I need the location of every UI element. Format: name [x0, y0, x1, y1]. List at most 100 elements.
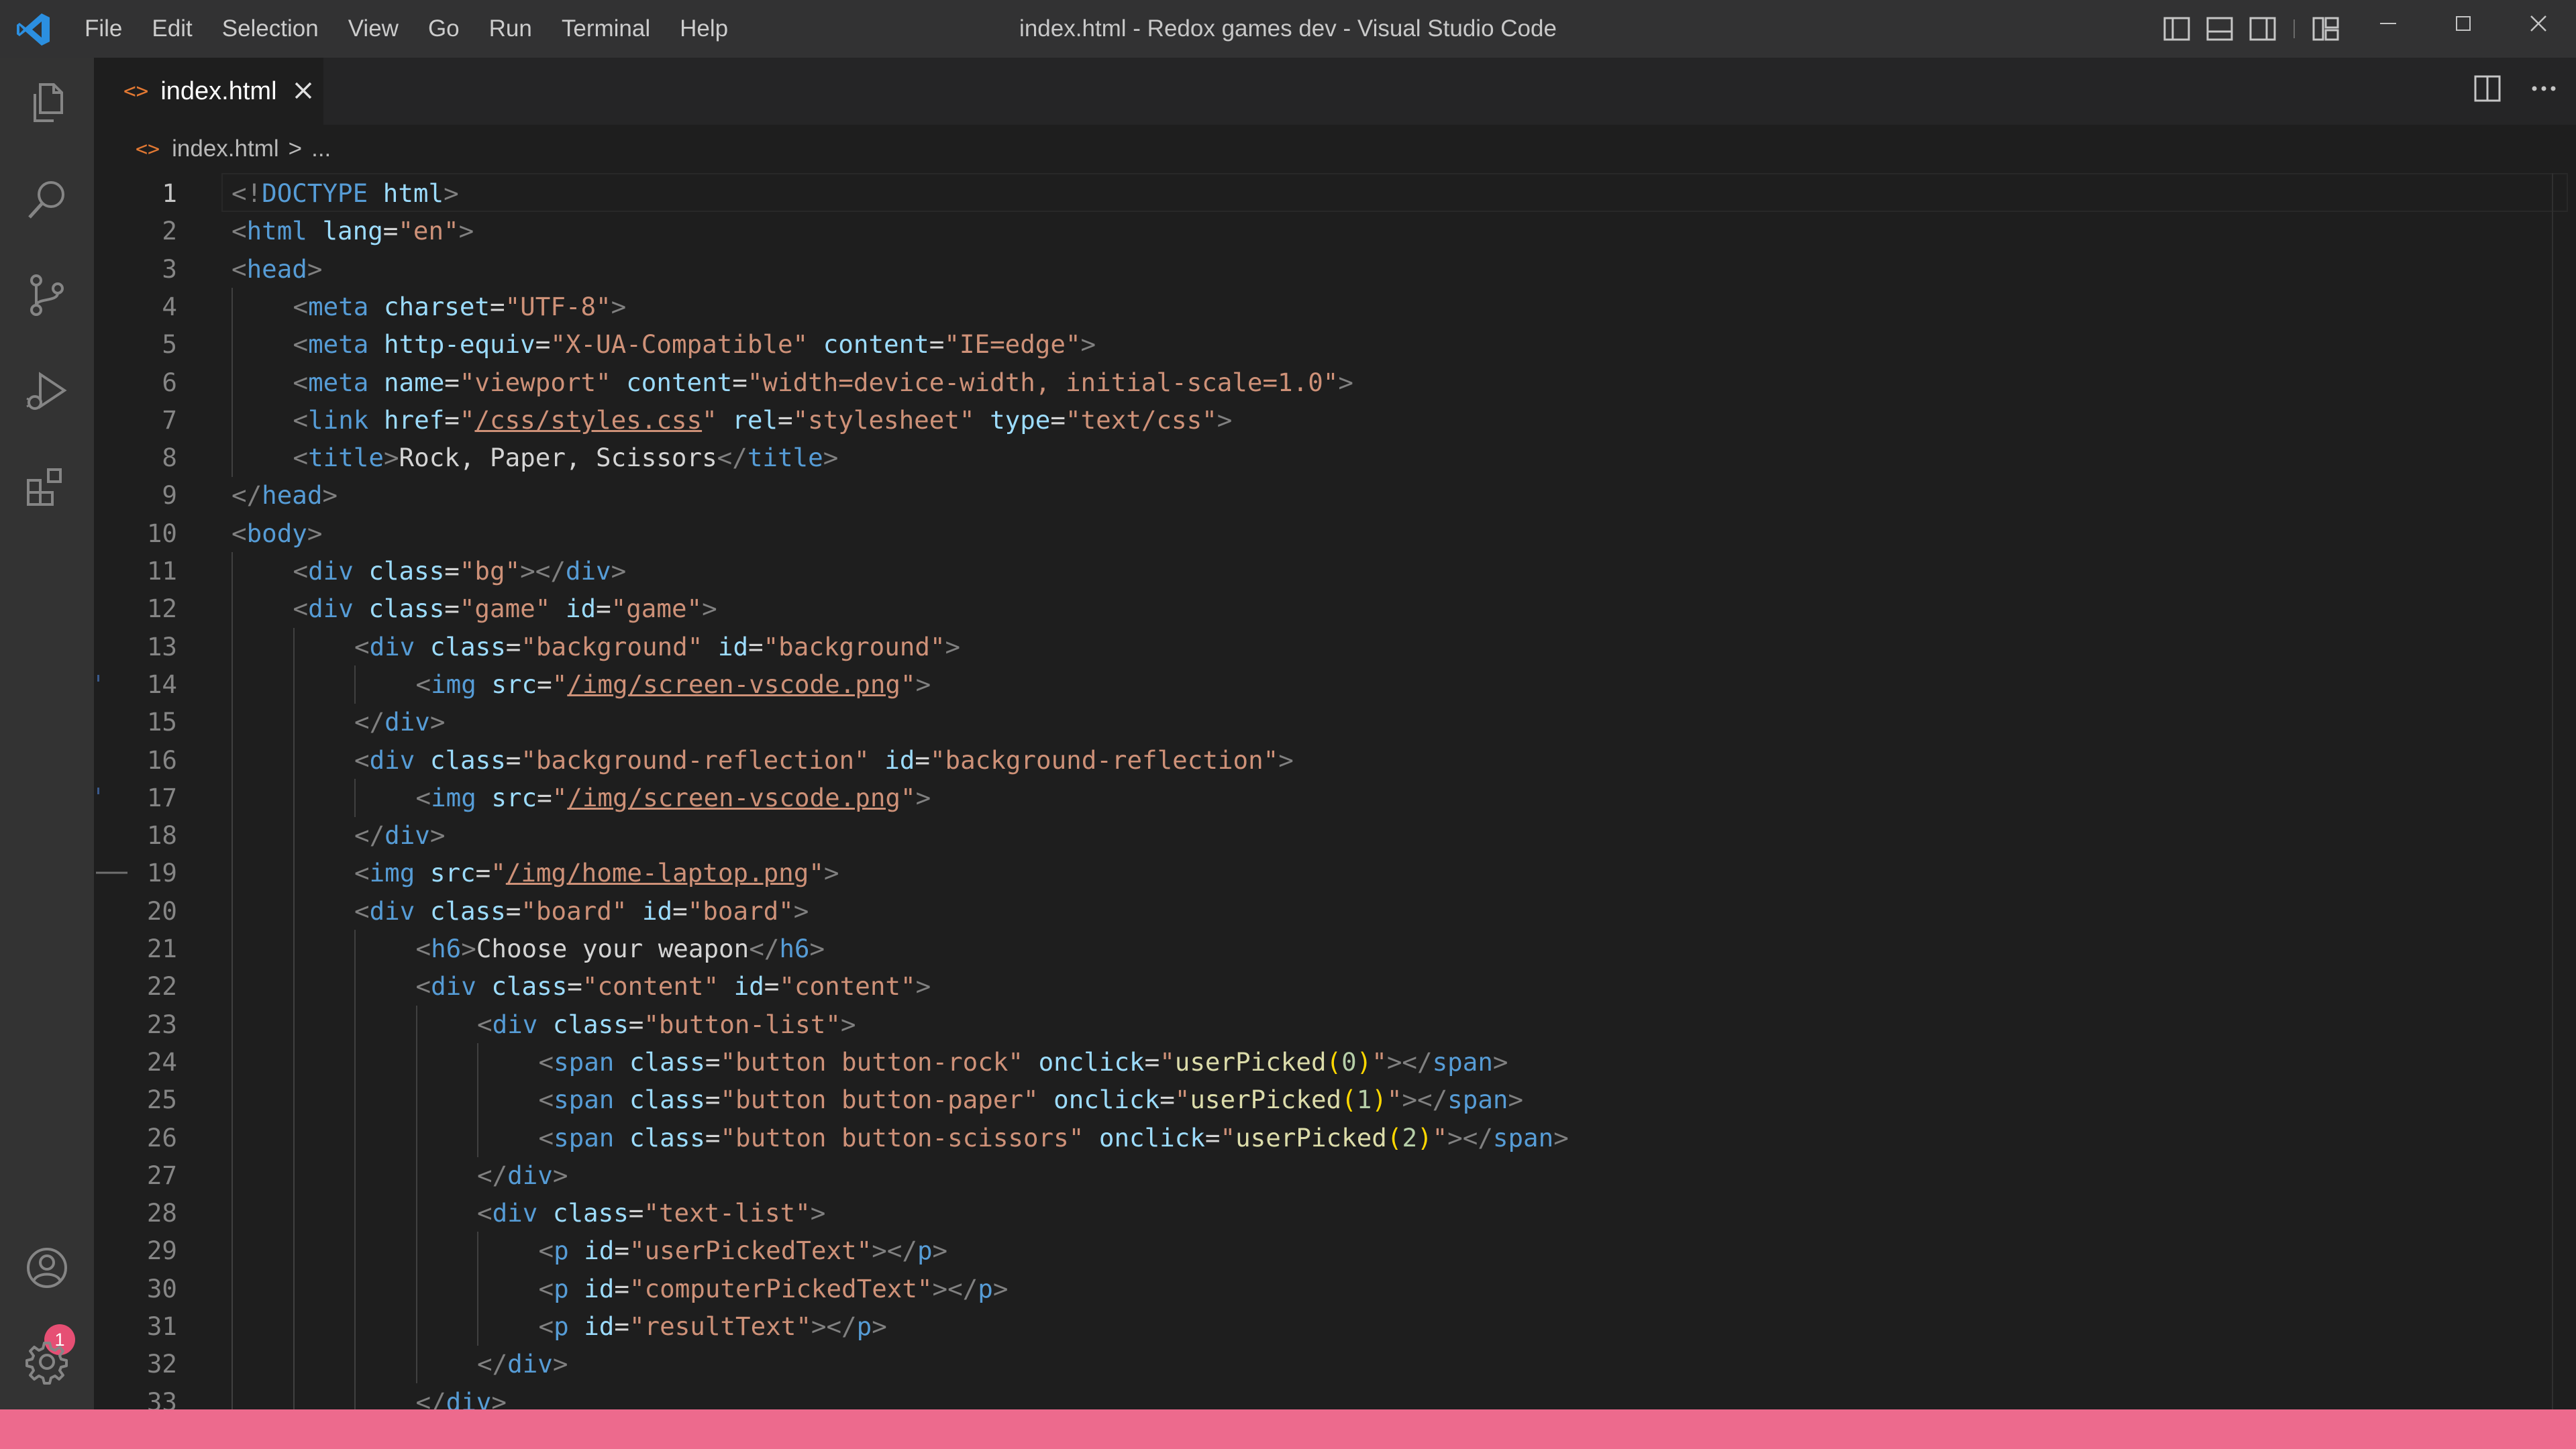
- code-token: http-equiv: [383, 329, 535, 360]
- code-token: /img/screen-vscode.png: [567, 782, 900, 812]
- menu-selection[interactable]: Selection: [222, 15, 319, 42]
- code-token: =: [444, 556, 460, 586]
- line-number: 4: [162, 291, 177, 321]
- maximize-button[interactable]: [2426, 0, 2501, 47]
- code-line: 13 <div class="background" id="background…: [94, 627, 2576, 666]
- code-token: <: [354, 745, 370, 775]
- toggle-primary-sidebar-icon[interactable]: [2162, 14, 2192, 44]
- code-token: p: [554, 1311, 569, 1341]
- menu-terminal[interactable]: Terminal: [562, 15, 650, 42]
- menu-help[interactable]: Help: [680, 15, 728, 42]
- code-line: 8 <title>Rock, Paper, Scissors</title>: [94, 439, 2576, 478]
- menu-file[interactable]: File: [85, 15, 122, 42]
- code-token: ></: [1447, 1122, 1493, 1152]
- code-token: >: [611, 291, 627, 321]
- breadcrumb-more[interactable]: ...: [311, 136, 331, 162]
- code-token: >: [1492, 1046, 1508, 1077]
- line-number: 33: [146, 1387, 177, 1409]
- minimize-button[interactable]: [2351, 0, 2426, 47]
- code-token: =: [596, 594, 611, 624]
- customize-layout-icon[interactable]: [2311, 14, 2340, 44]
- code-token: DOCTYPE: [262, 178, 368, 208]
- code-line: 11 <div class="bg"></div>: [94, 552, 2576, 590]
- code-token: ": [1174, 1085, 1190, 1115]
- code-token: span: [554, 1046, 615, 1077]
- chevron-right-icon: >: [288, 136, 303, 162]
- code-token: "userPickedText": [629, 1236, 872, 1266]
- split-editor-icon[interactable]: [2471, 72, 2504, 105]
- code-token: (: [1326, 1046, 1342, 1077]
- code-token: =: [614, 1311, 629, 1341]
- code-token: ): [1356, 1046, 1372, 1077]
- close-window-button[interactable]: [2501, 0, 2576, 47]
- code-token: =: [1160, 1085, 1175, 1115]
- code-text: <head>: [231, 250, 322, 288]
- code-token: </: [477, 1349, 508, 1379]
- close-icon[interactable]: [292, 79, 315, 102]
- run-debug-button[interactable]: [19, 364, 75, 420]
- separator-icon: [2294, 19, 2295, 38]
- code-token: ></: [1386, 1046, 1433, 1077]
- code-token: "en": [398, 216, 459, 246]
- menu-go[interactable]: Go: [428, 15, 460, 42]
- code-token: onclick: [1038, 1046, 1145, 1077]
- code-token: =: [915, 745, 930, 775]
- line-number: 3: [162, 254, 177, 284]
- extensions-button[interactable]: [19, 459, 75, 515]
- code-token: h6: [431, 934, 462, 963]
- code-line: 32 </div>: [94, 1345, 2576, 1384]
- code-token: <: [415, 934, 431, 963]
- code-token: <: [477, 1009, 493, 1039]
- accounts-button[interactable]: [19, 1240, 75, 1296]
- indent-guide: [293, 1156, 295, 1195]
- code-line: 30 <p id="computerPickedText"></p>: [94, 1269, 2576, 1308]
- indent-guide: [231, 325, 233, 364]
- menu-edit[interactable]: Edit: [152, 15, 192, 42]
- code-text: <p id="resultText"></p>: [539, 1307, 887, 1345]
- code-token: content: [626, 367, 733, 397]
- tab-index-html[interactable]: <> index.html: [94, 58, 323, 125]
- menu-run[interactable]: Run: [489, 15, 532, 42]
- code-line: 6 <meta name="viewport" content="width=de…: [94, 363, 2576, 402]
- indent-guide: [477, 1232, 478, 1271]
- code-text: <img src="/img/screen-vscode.png">: [416, 665, 931, 703]
- code-text: <title>Rock, Paper, Scissors</title>: [293, 439, 839, 476]
- indent-guide: [293, 1307, 295, 1346]
- code-token: class: [629, 1046, 705, 1077]
- settings-button[interactable]: [19, 1334, 75, 1390]
- code-token: id: [584, 1273, 615, 1303]
- code-token: span: [554, 1085, 615, 1115]
- source-control-button[interactable]: [19, 267, 75, 323]
- code-token: =: [1144, 1046, 1160, 1077]
- explorer-button[interactable]: [19, 75, 75, 131]
- indent-guide: [231, 854, 233, 893]
- toggle-panel-icon[interactable]: [2205, 14, 2234, 44]
- code-token: <: [231, 216, 247, 246]
- indent-guide: [293, 967, 295, 1006]
- code-editor[interactable]: 1 <!DOCTYPE html> 2 <html lang="en"> 3 <head>…: [94, 173, 2576, 1409]
- code-text: <link href="/css/styles.css" rel="styles…: [293, 401, 1233, 439]
- menu-view[interactable]: View: [348, 15, 399, 42]
- indent-guide: [354, 1269, 356, 1308]
- code-token: ": [552, 669, 568, 699]
- code-line: 22 <div class="content" id="content">: [94, 967, 2576, 1006]
- code-text: <div class="text-list">: [477, 1194, 825, 1232]
- breadcrumb-file[interactable]: index.html: [172, 136, 279, 162]
- indent-guide: [415, 1345, 417, 1384]
- indent-guide: [231, 1269, 233, 1308]
- code-token: <: [354, 631, 370, 661]
- code-token: =: [505, 896, 521, 926]
- code-token: ></: [811, 1311, 857, 1341]
- code-token: <: [293, 556, 309, 586]
- code-token: >: [992, 1273, 1009, 1303]
- more-actions-icon[interactable]: [2528, 72, 2560, 105]
- indent-guide: [415, 1118, 417, 1157]
- toggle-secondary-sidebar-icon[interactable]: [2248, 14, 2277, 44]
- code-text: <div class="background-reflection" id="b…: [354, 741, 1294, 779]
- search-view-button[interactable]: [19, 172, 75, 228]
- code-text: </div>: [354, 703, 445, 741]
- code-token: id: [584, 1311, 615, 1341]
- code-token: =: [777, 405, 793, 435]
- indent-guide: [231, 665, 233, 704]
